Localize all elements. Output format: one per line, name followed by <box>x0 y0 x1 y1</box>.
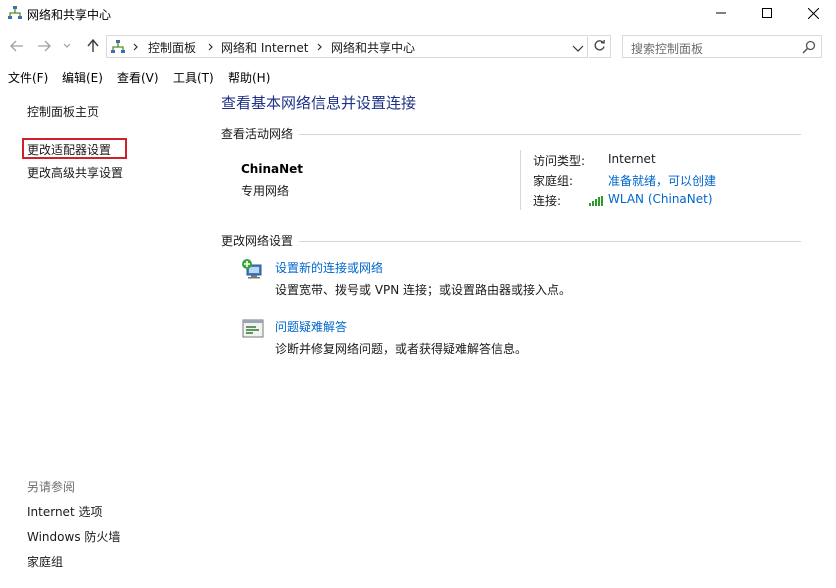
homegroup-link[interactable]: 准备就绪，可以创建 <box>608 172 716 189</box>
control-panel-icon <box>110 39 126 55</box>
access-type-value: Internet <box>608 152 656 166</box>
active-networks-heading: 查看活动网络 <box>221 127 294 141</box>
minimize-button[interactable] <box>698 0 744 26</box>
see-also-windows-firewall[interactable]: Windows 防火墙 <box>27 528 120 545</box>
window-title: 网络和共享中心 <box>27 8 112 22</box>
connection-link[interactable]: WLAN (ChinaNet) <box>608 192 713 206</box>
navigation-bar: 控制面板 网络和 Internet 网络和共享中心 搜索控制面板 <box>0 30 836 62</box>
breadcrumb-separator-icon[interactable] <box>206 40 216 54</box>
up-arrow-icon[interactable] <box>85 38 101 54</box>
connection-label: 连接: <box>533 194 562 208</box>
refresh-button[interactable] <box>589 35 611 58</box>
search-icon[interactable] <box>802 40 816 54</box>
search-input[interactable]: 搜索控制面板 <box>631 40 703 57</box>
page-title: 查看基本网络信息并设置连接 <box>221 94 417 112</box>
breadcrumb-network-sharing-center[interactable]: 网络和共享中心 <box>331 39 415 56</box>
new-connection-icon[interactable] <box>241 257 265 281</box>
network-center-icon <box>7 5 23 21</box>
menu-help[interactable]: 帮助(H) <box>228 69 270 86</box>
setup-new-connection-description: 设置宽带、拨号或 VPN 连接；或设置路由器或接入点。 <box>275 283 572 297</box>
menu-view[interactable]: 查看(V) <box>117 69 159 86</box>
maximize-button[interactable] <box>744 0 790 26</box>
sidebar-link-change-advanced-sharing[interactable]: 更改高级共享设置 <box>27 164 123 181</box>
setup-new-connection-link[interactable]: 设置新的连接或网络 <box>275 259 383 276</box>
see-also-heading: 另请参阅 <box>27 480 76 494</box>
breadcrumb-separator-icon[interactable] <box>131 40 141 54</box>
network-name: ChinaNet <box>241 162 304 176</box>
menu-bar: 文件(F) 编辑(E) 查看(V) 工具(T) 帮助(H) <box>0 66 836 86</box>
sidebar-link-control-panel-home[interactable]: 控制面板主页 <box>27 103 99 120</box>
refresh-icon <box>593 39 606 55</box>
back-arrow-icon[interactable] <box>9 38 25 54</box>
search-box[interactable]: 搜索控制面板 <box>622 35 822 58</box>
wifi-signal-icon <box>589 195 604 206</box>
address-bar[interactable]: 控制面板 网络和 Internet 网络和共享中心 <box>106 35 588 58</box>
troubleshoot-problems-description: 诊断并修复网络问题，或者获得疑难解答信息。 <box>275 342 528 356</box>
menu-tools[interactable]: 工具(T) <box>173 69 214 86</box>
troubleshoot-icon[interactable] <box>241 317 265 341</box>
menu-file[interactable]: 文件(F) <box>8 69 48 86</box>
forward-arrow-icon[interactable] <box>36 38 52 54</box>
address-dropdown-chevron-icon[interactable] <box>572 42 584 52</box>
breadcrumb-control-panel[interactable]: 控制面板 <box>148 39 196 56</box>
change-network-settings-heading: 更改网络设置 <box>221 234 294 248</box>
access-type-label: 访问类型: <box>533 154 586 168</box>
section-divider <box>299 241 801 242</box>
title-bar: 网络和共享中心 <box>0 0 836 28</box>
sidebar-link-change-adapter-settings[interactable]: 更改适配器设置 <box>27 141 111 158</box>
network-type: 专用网络 <box>241 184 290 198</box>
breadcrumb-network-internet[interactable]: 网络和 Internet <box>221 39 308 56</box>
troubleshoot-problems-link[interactable]: 问题疑难解答 <box>275 318 347 335</box>
see-also-internet-options[interactable]: Internet 选项 <box>27 503 102 520</box>
close-button[interactable] <box>790 0 836 26</box>
menu-edit[interactable]: 编辑(E) <box>62 69 103 86</box>
vertical-divider <box>520 150 521 210</box>
homegroup-label: 家庭组: <box>533 174 574 188</box>
recent-pages-chevron-icon[interactable] <box>62 38 72 54</box>
section-divider <box>299 134 801 135</box>
see-also-homegroup[interactable]: 家庭组 <box>27 553 63 570</box>
breadcrumb-separator-icon[interactable] <box>315 40 325 54</box>
